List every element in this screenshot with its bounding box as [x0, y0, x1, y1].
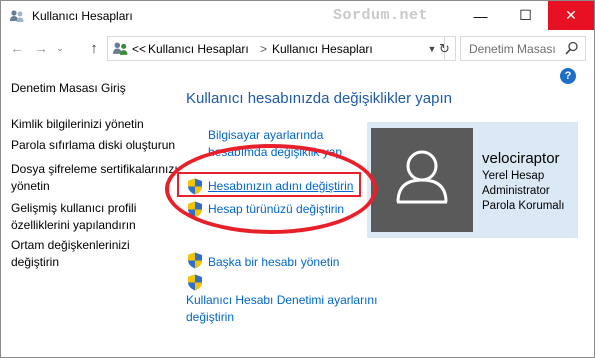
- annotation-rectangle: [177, 172, 361, 197]
- navigation-bar: ← → ⌄ ↑ << Kullanıcı Hesapları > Kullanı…: [1, 34, 594, 64]
- breadcrumb-item-current[interactable]: Kullanıcı Hesapları: [272, 42, 373, 56]
- page-title: Kullanıcı hesabınızda değişiklikler yapı…: [186, 90, 452, 107]
- search-icon[interactable]: [565, 41, 579, 56]
- task-manage-other-account-link[interactable]: Başka bir hesabı yönetin: [208, 254, 339, 271]
- forward-button[interactable]: →: [31, 37, 51, 59]
- search-box[interactable]: Denetim Masası: [460, 36, 586, 61]
- window-title: Kullanıcı Hesapları: [32, 9, 133, 23]
- refresh-button[interactable]: ↻: [434, 36, 456, 61]
- title-bar[interactable]: Kullanıcı Hesapları Sordum.net — ☐ ✕: [1, 1, 594, 31]
- account-role: Administrator: [482, 185, 550, 197]
- sidebar-item-label: Dosya şifreleme sertifikalarınızı: [11, 162, 178, 176]
- task-label: Kullanıcı Hesabı Denetimi ayarlarını: [186, 293, 378, 307]
- close-button[interactable]: ✕: [548, 1, 594, 30]
- sidebar-item-label: Kimlik bilgilerinizi yönetin: [11, 117, 144, 131]
- breadcrumb-item-parent[interactable]: Kullanıcı Hesapları: [148, 42, 249, 56]
- user-avatar-icon: [396, 150, 448, 204]
- breadcrumb-overflow[interactable]: <<: [132, 42, 146, 56]
- account-name: velociraptor: [482, 150, 560, 167]
- account-password-status: Parola Korumalı: [482, 200, 565, 212]
- sidebar-item-control-panel-home[interactable]: Denetim Masası Giriş: [11, 80, 126, 97]
- shield-icon: [188, 252, 202, 269]
- help-icon[interactable]: ?: [560, 68, 576, 84]
- shield-icon: [188, 274, 202, 291]
- user-accounts-window: Kullanıcı Hesapları Sordum.net — ☐ ✕ ← →…: [0, 0, 595, 358]
- sidebar-item-credentials[interactable]: Kimlik bilgilerinizi yönetin: [11, 116, 144, 133]
- maximize-button[interactable]: ☐: [503, 1, 548, 30]
- sidebar-item-label: Parola sıfırlama diski oluşturun: [11, 138, 176, 152]
- sidebar-item-label: değiştirin: [11, 255, 60, 269]
- task-label: Bilgisayar ayarlarında: [208, 128, 324, 142]
- sidebar-item-password-reset-disk[interactable]: Parola sıfırlama diski oluşturun: [11, 137, 175, 154]
- users-icon: [113, 42, 128, 55]
- breadcrumb-separator[interactable]: >: [260, 42, 267, 56]
- recent-locations-button[interactable]: ⌄: [53, 37, 67, 59]
- up-button[interactable]: ↑: [84, 37, 104, 59]
- back-button[interactable]: ←: [7, 37, 27, 59]
- avatar: [371, 128, 473, 232]
- sidebar-item-label: yönetin: [11, 179, 50, 193]
- address-bar[interactable]: << Kullanıcı Hesapları > Kullanıcı Hesap…: [107, 36, 445, 61]
- users-icon: [10, 10, 24, 22]
- sidebar-item-environment-variables[interactable]: Ortam değişkenlerinizi değiştirin: [11, 237, 130, 271]
- sidebar-item-label: özelliklerini yapılandırın: [11, 218, 136, 232]
- sidebar-item-profile-properties[interactable]: Gelişmiş kullanıcı profili özelliklerini…: [11, 200, 136, 234]
- sidebar-item-label: Gelişmiş kullanıcı profili: [11, 201, 137, 215]
- sidebar-item-label: Ortam değişkenlerinizi: [11, 238, 130, 252]
- sidebar-item-encryption-certificates[interactable]: Dosya şifreleme sertifikalarınızı yöneti…: [11, 161, 178, 195]
- task-uac-settings-link[interactable]: Kullanıcı Hesabı Denetimi ayarlarını değ…: [186, 292, 377, 326]
- task-label: değiştirin: [186, 310, 235, 324]
- search-input[interactable]: Denetim Masası: [469, 42, 556, 56]
- minimize-button[interactable]: —: [458, 1, 503, 30]
- watermark: Sordum.net: [333, 7, 429, 24]
- account-type: Yerel Hesap: [482, 170, 545, 182]
